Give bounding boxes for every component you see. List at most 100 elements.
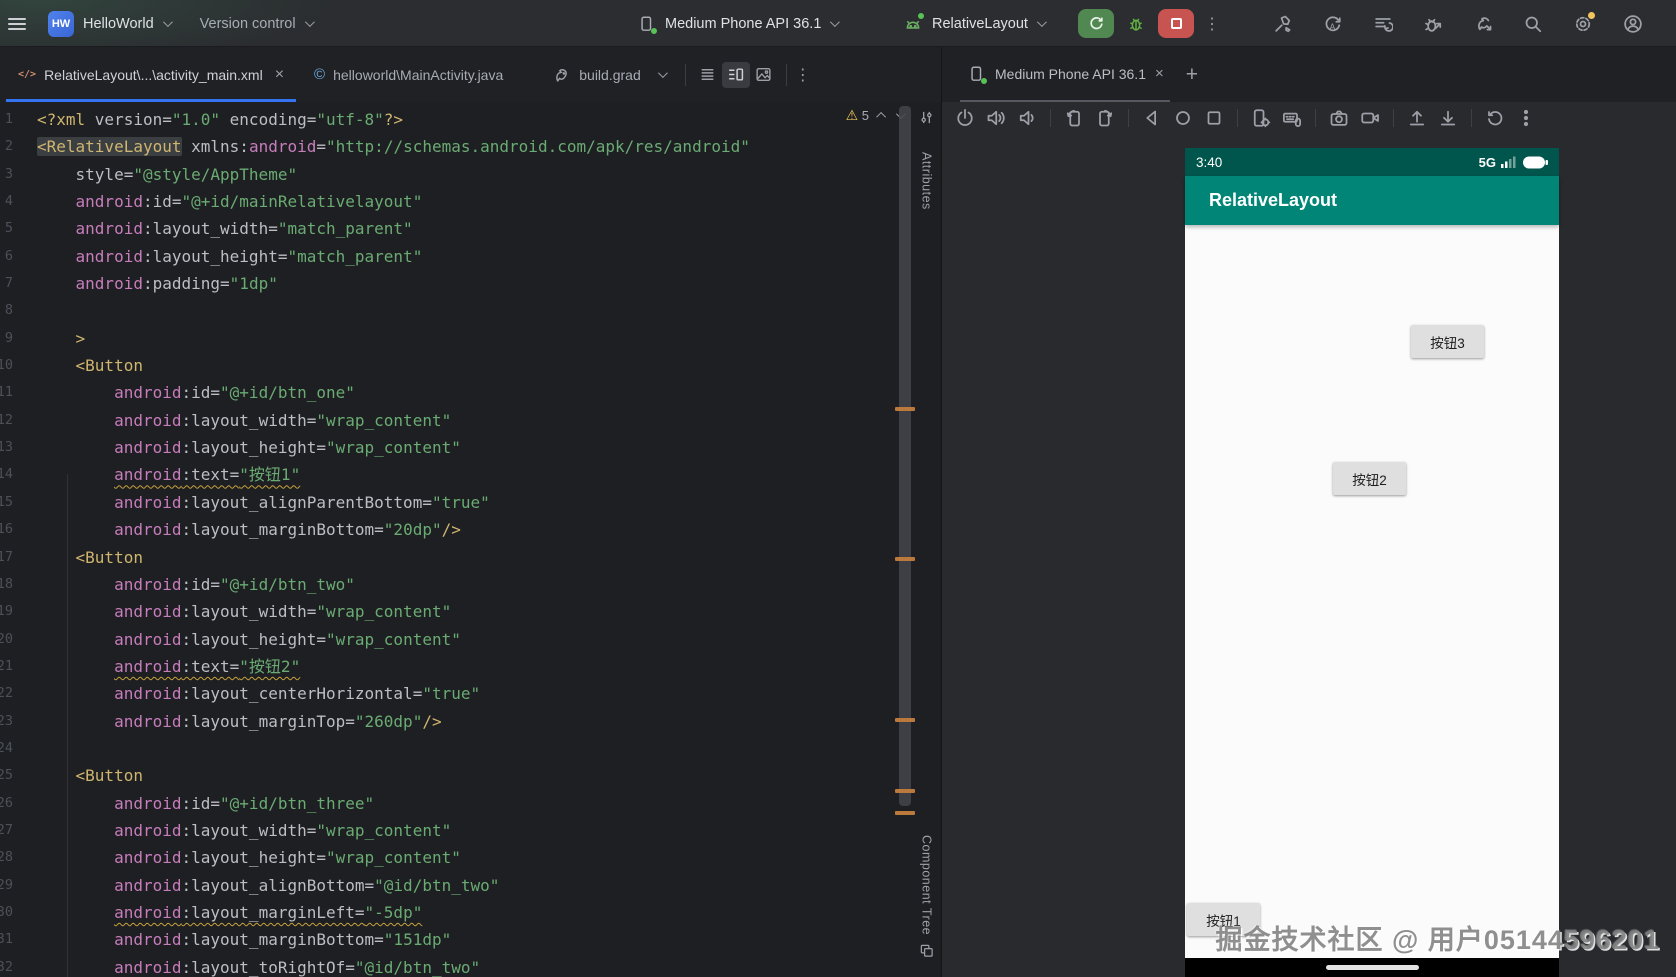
add-device-tab-icon[interactable]: +: [1186, 63, 1198, 87]
code-line[interactable]: 27 android:layout_width="wrap_content": [0, 817, 750, 844]
code-text: android:layout_height="wrap_content": [114, 438, 461, 458]
stop-button[interactable]: [1158, 9, 1194, 38]
code-line[interactable]: 20 android:layout_height="wrap_content": [0, 626, 750, 653]
nav-home-icon[interactable]: [1172, 107, 1194, 129]
device-selector[interactable]: Medium Phone API 36.1: [636, 0, 841, 47]
close-icon[interactable]: ×: [275, 66, 284, 84]
code-line[interactable]: 5 android:layout_width="match_parent": [0, 215, 750, 242]
code-line[interactable]: 4 android:id="@+id/mainRelativelayout": [0, 188, 750, 215]
code-view-toggle[interactable]: [694, 62, 722, 88]
code-line[interactable]: 1 <?xml version="1.0" encoding="utf-8"?>: [0, 106, 750, 133]
volume-down-icon[interactable]: [1016, 107, 1038, 129]
gesture-pill[interactable]: [1326, 965, 1419, 970]
code-line[interactable]: 22 android:layout_centerHorizontal="true…: [0, 680, 750, 707]
split-view-toggle[interactable]: [721, 61, 750, 88]
gradle-sync-icon[interactable]: [1472, 13, 1494, 35]
tab-activity-main-xml[interactable]: </> RelativeLayout\...\activity_main.xml…: [6, 47, 297, 102]
code-line[interactable]: 19 android:layout_width="wrap_content": [0, 598, 750, 625]
project-icon[interactable]: HW: [48, 10, 74, 37]
line-number: 4: [4, 193, 13, 210]
code-editor[interactable]: 1 <?xml version="1.0" encoding="utf-8"?> 2…: [0, 102, 941, 977]
close-icon[interactable]: ×: [1155, 65, 1164, 82]
running-devices-tab-bar: Medium Phone API 36.1 × +: [942, 47, 1676, 102]
code-line[interactable]: 23 android:layout_marginTop="260dp"/>: [0, 708, 750, 735]
device-settings-icon[interactable]: [1250, 107, 1272, 129]
prev-problem-icon[interactable]: [876, 111, 887, 122]
main-menu-icon[interactable]: [8, 17, 26, 30]
code-text: android:id="@+id/btn_two": [114, 574, 355, 594]
snapshot-restore-icon[interactable]: [1484, 107, 1506, 129]
run-options-kebab-icon[interactable]: ⋮: [1204, 14, 1220, 34]
rotate-left-icon[interactable]: [1063, 107, 1085, 129]
nav-overview-icon[interactable]: [1203, 107, 1225, 129]
design-view-toggle[interactable]: [750, 62, 778, 88]
code-line[interactable]: 29 android:layout_alignBottom="@id/btn_t…: [0, 872, 750, 899]
apply-changes-icon[interactable]: A: [1322, 13, 1344, 35]
volume-up-icon[interactable]: [985, 107, 1007, 129]
button-3[interactable]: 按钮3: [1411, 325, 1484, 358]
code-line[interactable]: 8: [0, 297, 750, 324]
code-line[interactable]: 2 <RelativeLayout xmlns:android="http://s…: [0, 133, 750, 160]
debug-button[interactable]: [1124, 12, 1148, 36]
code-line[interactable]: 11 android:id="@+id/btn_one": [0, 379, 750, 406]
component-tree-icon[interactable]: [919, 943, 934, 963]
tab-main-activity-java[interactable]: © helloworld\MainActivity.java: [302, 47, 515, 102]
code-line[interactable]: 7 android:padding="1dp": [0, 270, 750, 297]
emulator-screen[interactable]: 3:40 5G RelativeLayout 按钮3 按钮2 按钮1: [1185, 148, 1559, 977]
code-line[interactable]: 25 <Button: [0, 762, 750, 789]
chevron-down-icon[interactable]: [657, 68, 668, 79]
code-line[interactable]: 6 android:layout_height="match_parent": [0, 243, 750, 270]
code-line[interactable]: 15 android:layout_alignParentBottom="tru…: [0, 489, 750, 516]
restore-layout-icon[interactable]: [1372, 13, 1394, 35]
code-line[interactable]: 17 <Button: [0, 544, 750, 571]
account-icon[interactable]: [1622, 13, 1644, 35]
code-line[interactable]: 32 android:layout_toRightOf="@id/btn_two…: [0, 954, 750, 977]
tab-label: build.grad: [579, 66, 641, 83]
power-icon[interactable]: [954, 107, 976, 129]
tab-build-gradle[interactable]: build.grad: [539, 47, 677, 102]
run-config-label: RelativeLayout: [932, 15, 1028, 32]
tab-component-tree[interactable]: Component Tree: [920, 835, 934, 935]
rotate-right-icon[interactable]: [1094, 107, 1116, 129]
screen-record-icon[interactable]: [1359, 107, 1381, 129]
code-line[interactable]: 18 android:id="@+id/btn_two": [0, 571, 750, 598]
chevron-down-icon[interactable]: [162, 17, 173, 28]
code-line[interactable]: 31 android:layout_marginBottom="151dp": [0, 926, 750, 953]
build-icon[interactable]: [1272, 13, 1294, 35]
button-2[interactable]: 按钮2: [1333, 462, 1406, 495]
run-config-selector[interactable]: RelativeLayout: [903, 0, 1047, 47]
code-line[interactable]: 9 >: [0, 325, 750, 352]
editor-scrollbar[interactable]: [899, 106, 911, 806]
code-line[interactable]: 13 android:layout_height="wrap_content": [0, 434, 750, 461]
tab-attributes[interactable]: Attributes: [920, 152, 934, 210]
code-line[interactable]: 24: [0, 735, 750, 762]
profiler-icon[interactable]: [1422, 13, 1444, 35]
upload-file-icon[interactable]: [1406, 107, 1428, 129]
version-control-menu[interactable]: Version control: [200, 16, 296, 32]
tab-running-device[interactable]: Medium Phone API 36.1 ×: [960, 47, 1170, 102]
code-line[interactable]: 3 style="@style/AppTheme": [0, 161, 750, 188]
code-line[interactable]: 10 <Button: [0, 352, 750, 379]
code-line[interactable]: 26 android:id="@+id/btn_three": [0, 790, 750, 817]
nav-back-icon[interactable]: [1141, 107, 1163, 129]
code-line[interactable]: 28 android:layout_height="wrap_content": [0, 844, 750, 871]
java-class-icon: ©: [314, 66, 326, 83]
virtual-input-icon[interactable]: [1281, 107, 1303, 129]
screenshot-icon[interactable]: [1328, 107, 1350, 129]
chevron-down-icon[interactable]: [304, 17, 315, 28]
code-line[interactable]: 21 android:text="按钮2": [0, 653, 750, 680]
more-vertical-icon[interactable]: [1515, 107, 1537, 129]
attributes-panel-icon[interactable]: [919, 110, 934, 130]
code-line[interactable]: 14 android:text="按钮1": [0, 461, 750, 488]
download-file-icon[interactable]: [1437, 107, 1459, 129]
settings-icon[interactable]: [1572, 11, 1595, 35]
rerun-button[interactable]: [1078, 9, 1114, 38]
code-line[interactable]: 30 android:layout_marginLeft="-5dp": [0, 899, 750, 926]
code-text: android:text="按钮1": [114, 465, 301, 485]
search-icon[interactable]: [1522, 13, 1544, 35]
code-line[interactable]: 16 android:layout_marginBottom="20dp"/>: [0, 516, 750, 543]
code-line[interactable]: 12 android:layout_width="wrap_content": [0, 407, 750, 434]
editor-options-kebab-icon[interactable]: ⋮: [795, 65, 811, 85]
code-text: <?xml version="1.0" encoding="utf-8"?>: [37, 110, 404, 129]
project-name[interactable]: HelloWorld: [83, 16, 154, 32]
